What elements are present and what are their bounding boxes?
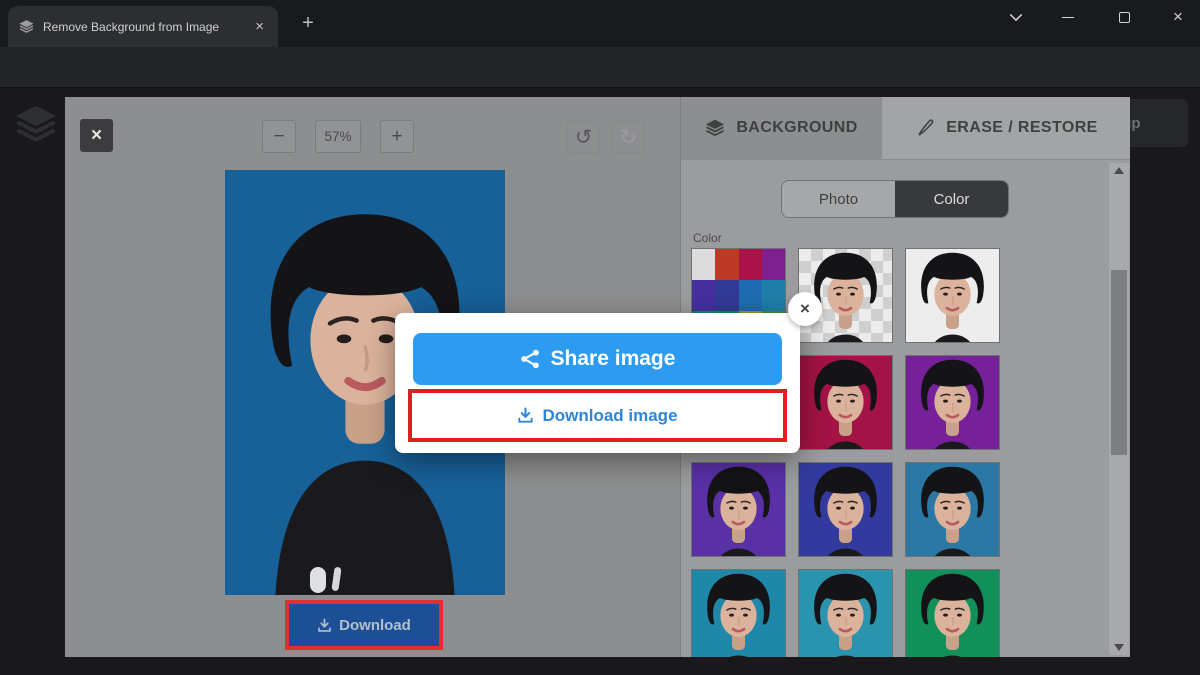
thumbnail-background-option[interactable] bbox=[691, 569, 786, 657]
palette-swatch bbox=[692, 249, 715, 280]
layers-icon bbox=[704, 117, 726, 139]
thumbnail-background-option[interactable] bbox=[905, 248, 1000, 343]
photo-color-toggle: Photo Color bbox=[781, 180, 1009, 218]
palette-swatch bbox=[762, 249, 785, 280]
new-tab-button[interactable]: + bbox=[296, 12, 320, 36]
person-thumbnail bbox=[906, 356, 999, 449]
palette-swatch bbox=[739, 249, 762, 280]
maximize-icon bbox=[1119, 12, 1130, 23]
tab-close-icon[interactable]: × bbox=[251, 17, 268, 36]
toggle-photo-option[interactable]: Photo bbox=[782, 181, 895, 217]
person-thumbnail bbox=[799, 463, 892, 556]
palette-swatch bbox=[762, 280, 785, 311]
microphone-detail bbox=[310, 567, 326, 593]
download-image-annotation-highlight: Download image bbox=[408, 389, 787, 442]
tab-background-label: BACKGROUND bbox=[736, 119, 857, 137]
thumbnail-background-option[interactable] bbox=[798, 569, 893, 657]
person-thumbnail bbox=[692, 570, 785, 657]
window-menu-chevron-icon[interactable] bbox=[996, 0, 1036, 34]
brush-icon bbox=[915, 118, 936, 139]
person-thumbnail bbox=[799, 570, 892, 657]
panel-scrollbar[interactable] bbox=[1109, 163, 1129, 655]
undo-button[interactable]: ↺ bbox=[567, 121, 600, 153]
tab-erase-restore[interactable]: ERASE / RESTORE bbox=[881, 97, 1130, 159]
share-download-modal: Share image Download image × bbox=[395, 313, 800, 453]
person-thumbnail bbox=[906, 570, 999, 657]
download-annotation-highlight: Download bbox=[285, 600, 443, 650]
thumbnail-background-option[interactable] bbox=[905, 462, 1000, 557]
browser-toolbar: ← → ↻ remove.bg /upload Khách ⋮ bbox=[0, 47, 1200, 88]
person-thumbnail bbox=[799, 356, 892, 449]
browser-titlebar: Remove Background from Image × + × bbox=[0, 0, 1200, 47]
editor-close-button[interactable]: × bbox=[80, 119, 113, 152]
tab-erase-restore-label: ERASE / RESTORE bbox=[946, 119, 1098, 137]
zoom-out-button[interactable]: − bbox=[262, 120, 296, 153]
browser-tab[interactable]: Remove Background from Image × bbox=[8, 6, 278, 47]
thumbnail-background-option[interactable] bbox=[691, 462, 786, 557]
download-icon bbox=[517, 407, 534, 424]
zoom-in-button[interactable]: + bbox=[380, 120, 414, 153]
tab-title: Remove Background from Image bbox=[43, 20, 243, 34]
person-thumbnail bbox=[692, 463, 785, 556]
person-thumbnail bbox=[906, 463, 999, 556]
modal-close-button[interactable]: × bbox=[788, 292, 822, 326]
scroll-up-icon[interactable] bbox=[1114, 167, 1124, 174]
palette-swatch bbox=[715, 249, 738, 280]
download-image-button[interactable]: Download image bbox=[412, 393, 783, 438]
palette-swatch bbox=[692, 280, 715, 311]
share-icon bbox=[520, 349, 540, 369]
thumbnail-background-option[interactable] bbox=[798, 462, 893, 557]
thumbnail-background-option[interactable] bbox=[798, 355, 893, 450]
person-thumbnail bbox=[906, 249, 999, 342]
browser-window: Remove Background from Image × + × ← → ↻… bbox=[0, 0, 1200, 675]
tab-background[interactable]: BACKGROUND bbox=[681, 97, 881, 159]
palette-swatch bbox=[739, 280, 762, 311]
redo-button[interactable]: ↻ bbox=[612, 121, 645, 153]
scrollbar-thumb[interactable] bbox=[1111, 270, 1127, 455]
color-section-label: Color bbox=[693, 231, 722, 245]
panel-tabs: BACKGROUND ERASE / RESTORE bbox=[681, 97, 1130, 160]
toggle-color-option[interactable]: Color bbox=[895, 181, 1008, 217]
minimize-icon bbox=[1062, 17, 1074, 18]
removebg-page: Sign up × − 57% + ↺ ↻ Download bbox=[0, 88, 1200, 675]
download-image-label: Download image bbox=[542, 406, 677, 426]
window-close-button[interactable]: × bbox=[1158, 0, 1198, 34]
removebg-logo-layers-icon bbox=[12, 100, 60, 148]
share-image-label: Share image bbox=[551, 347, 676, 371]
download-icon bbox=[317, 618, 332, 633]
thumbnail-background-option[interactable] bbox=[905, 355, 1000, 450]
thumbnail-background-option[interactable] bbox=[905, 569, 1000, 657]
download-button[interactable]: Download bbox=[289, 604, 439, 646]
removebg-favicon-layers-icon bbox=[18, 18, 35, 35]
window-maximize-button[interactable] bbox=[1104, 0, 1144, 34]
scroll-down-icon[interactable] bbox=[1114, 644, 1124, 651]
zoom-level-value: 57% bbox=[315, 120, 361, 153]
download-button-label: Download bbox=[339, 617, 411, 634]
window-minimize-button[interactable] bbox=[1048, 0, 1088, 34]
share-image-button[interactable]: Share image bbox=[413, 333, 782, 385]
palette-swatch bbox=[715, 280, 738, 311]
